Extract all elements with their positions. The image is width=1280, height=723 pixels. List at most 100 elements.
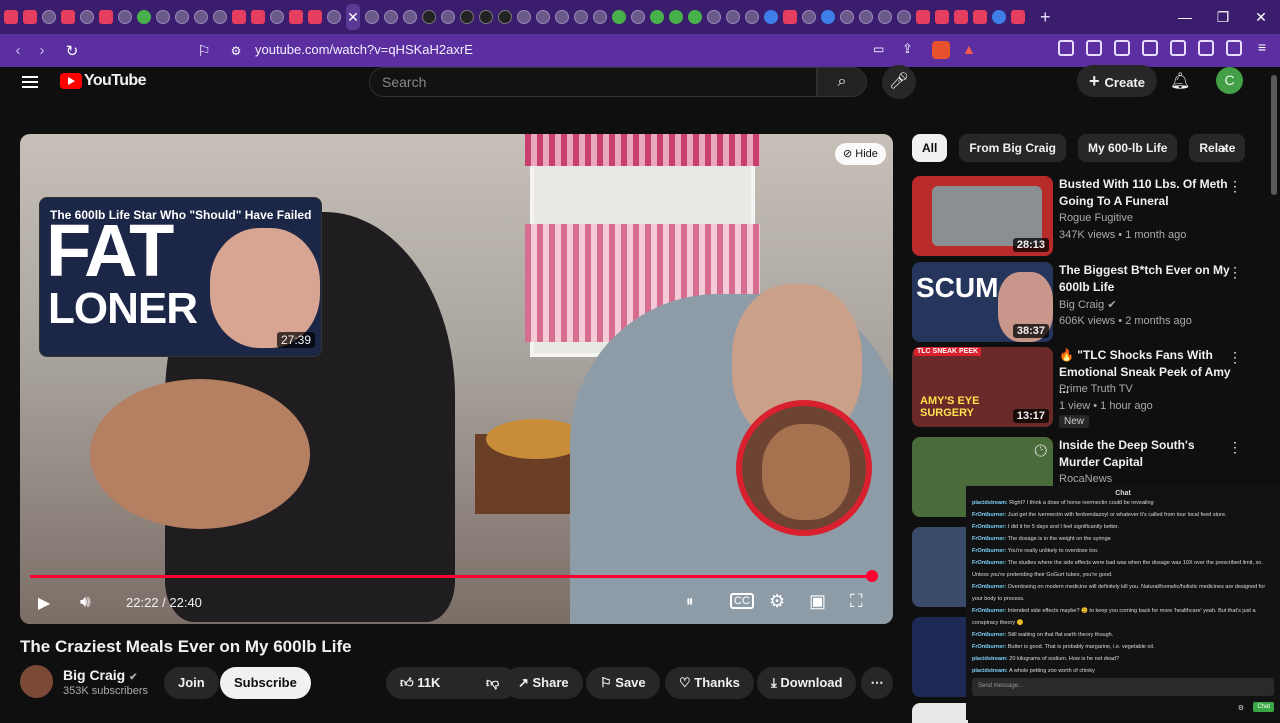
reload-icon[interactable]: ↻ [60, 42, 84, 60]
extension-icon[interactable] [1058, 40, 1074, 56]
tab[interactable] [270, 10, 284, 24]
profile-icon[interactable] [1226, 40, 1242, 56]
tab-youtube[interactable] [99, 10, 113, 24]
more-actions-button[interactable]: ⋯ [861, 667, 893, 699]
progress-scrubber[interactable] [866, 570, 878, 582]
voice-search-button[interactable]: 🎤︎ [882, 65, 916, 99]
tab-x[interactable] [498, 10, 512, 24]
tab[interactable] [156, 10, 170, 24]
recommendation-item[interactable]: TLC SNEAK PEEK AMY'S EYE SURGERY 13:17 🔥… [912, 347, 1242, 428]
chip-related[interactable]: Relate [1189, 134, 1246, 162]
tab-youtube[interactable] [4, 10, 18, 24]
autoplay-toggle-icon[interactable]: ⏸ [686, 593, 694, 610]
tab-youtube[interactable] [308, 10, 322, 24]
maximize-button[interactable]: ❐ [1204, 0, 1242, 34]
url-field[interactable]: youtube.com/watch?v=qHSKaH2axrE [255, 42, 473, 57]
recommendation-channel[interactable]: RocaNews [1059, 473, 1112, 485]
captions-icon[interactable]: CC [730, 593, 754, 609]
recommendation-thumbnail[interactable] [912, 527, 968, 607]
play-icon[interactable]: ▶ [38, 593, 50, 613]
recommendation-thumbnail[interactable]: 28:13 [912, 176, 1053, 256]
tab[interactable] [194, 10, 208, 24]
page-scrollbar[interactable] [1271, 75, 1277, 195]
tab[interactable] [612, 10, 626, 24]
chat-username[interactable]: FrOntburner: [972, 524, 1006, 530]
tab[interactable] [327, 10, 341, 24]
tab[interactable] [688, 10, 702, 24]
chip-from-channel[interactable]: From Big Craig [959, 134, 1067, 162]
tab-youtube[interactable] [916, 10, 930, 24]
search-button[interactable]: ⌕ [817, 67, 867, 97]
tab-youtube[interactable] [251, 10, 265, 24]
tab[interactable] [821, 10, 835, 24]
tab[interactable] [384, 10, 398, 24]
tab[interactable] [574, 10, 588, 24]
settings-gear-icon[interactable]: ⚙ [769, 591, 785, 612]
tab[interactable] [707, 10, 721, 24]
tab[interactable] [593, 10, 607, 24]
close-window-button[interactable]: ✕ [1242, 0, 1280, 34]
join-button[interactable]: Join [164, 667, 219, 699]
chat-username[interactable]: FrOntburner: [972, 548, 1006, 554]
chat-username[interactable]: FrOntburner: [972, 608, 1006, 614]
sidebar-icon[interactable] [1114, 40, 1130, 56]
tab[interactable] [555, 10, 569, 24]
tab[interactable] [118, 10, 132, 24]
tab-x[interactable] [460, 10, 474, 24]
tab-youtube[interactable] [1011, 10, 1025, 24]
recommendation-channel[interactable]: Big Craig ✔ [1059, 298, 1117, 311]
chat-username[interactable]: placidstream: [972, 500, 1008, 506]
subscribe-button[interactable]: Subscribe [220, 667, 311, 699]
chat-username[interactable]: placidstream: [972, 656, 1008, 662]
more-vertical-icon[interactable]: ⋮ [1228, 264, 1242, 281]
progress-bar[interactable] [30, 575, 872, 578]
share-button[interactable]: ↗ Share [504, 667, 583, 699]
tab[interactable] [859, 10, 873, 24]
music-icon[interactable] [1086, 40, 1102, 56]
recommendation-title[interactable]: Busted With 110 Lbs. Of Meth Going To A … [1059, 176, 1231, 210]
tab-youtube[interactable] [973, 10, 987, 24]
tab[interactable] [840, 10, 854, 24]
tab[interactable] [669, 10, 683, 24]
chat-input[interactable]: Send message... [972, 678, 1274, 696]
volume-icon[interactable]: 🔊︎ [80, 592, 91, 612]
recommendation-title[interactable]: Inside the Deep South's Murder Capital [1059, 437, 1231, 471]
brave-shield-icon[interactable] [932, 41, 950, 59]
save-button[interactable]: ⚐ Save [586, 667, 660, 699]
create-button[interactable]: + Create [1077, 65, 1157, 97]
chat-username[interactable]: FrOntburner: [972, 512, 1006, 518]
leo-icon[interactable] [1170, 40, 1186, 56]
tab[interactable] [403, 10, 417, 24]
tab[interactable] [42, 10, 56, 24]
channel-subscribe-end-card[interactable] [736, 400, 872, 536]
chip-topic[interactable]: My 600-lb Life [1078, 134, 1178, 162]
account-avatar[interactable]: C [1216, 67, 1243, 94]
recommendation-thumbnail[interactable] [912, 703, 968, 723]
chat-settings-gear-icon[interactable]: ⚙ [1238, 704, 1244, 712]
tab[interactable] [441, 10, 455, 24]
wallet-icon[interactable] [1142, 40, 1158, 56]
tab[interactable] [878, 10, 892, 24]
tab[interactable] [175, 10, 189, 24]
tab-youtube[interactable] [23, 10, 37, 24]
tab[interactable] [726, 10, 740, 24]
like-button[interactable]: 👍︎ 11K [386, 667, 472, 699]
recommendation-thumbnail[interactable]: SCUM 38:37 [912, 262, 1053, 342]
recommendation-thumbnail[interactable] [912, 617, 968, 697]
tab[interactable] [80, 10, 94, 24]
minimize-button[interactable]: — [1166, 0, 1204, 34]
tab[interactable] [631, 10, 645, 24]
tab-youtube[interactable] [954, 10, 968, 24]
forward-icon[interactable]: › [30, 42, 54, 59]
tab[interactable] [365, 10, 379, 24]
recommendation-item[interactable]: SCUM 38:37 The Biggest B*tch Ever on My … [912, 262, 1242, 342]
tab-x[interactable] [422, 10, 436, 24]
recommendation-channel[interactable]: Prime Truth TV [1059, 383, 1133, 395]
menu-icon[interactable]: ≡ [1254, 40, 1270, 56]
video-player[interactable]: The 600lb Life Star Who "Should" Have Fa… [20, 134, 893, 624]
tab[interactable] [992, 10, 1006, 24]
more-vertical-icon[interactable]: ⋮ [1228, 349, 1242, 366]
recommendation-thumbnail[interactable]: TLC SNEAK PEEK AMY'S EYE SURGERY 13:17 [912, 347, 1053, 427]
tab[interactable] [517, 10, 531, 24]
recommendation-channel[interactable]: Rogue Fugitive [1059, 212, 1133, 224]
